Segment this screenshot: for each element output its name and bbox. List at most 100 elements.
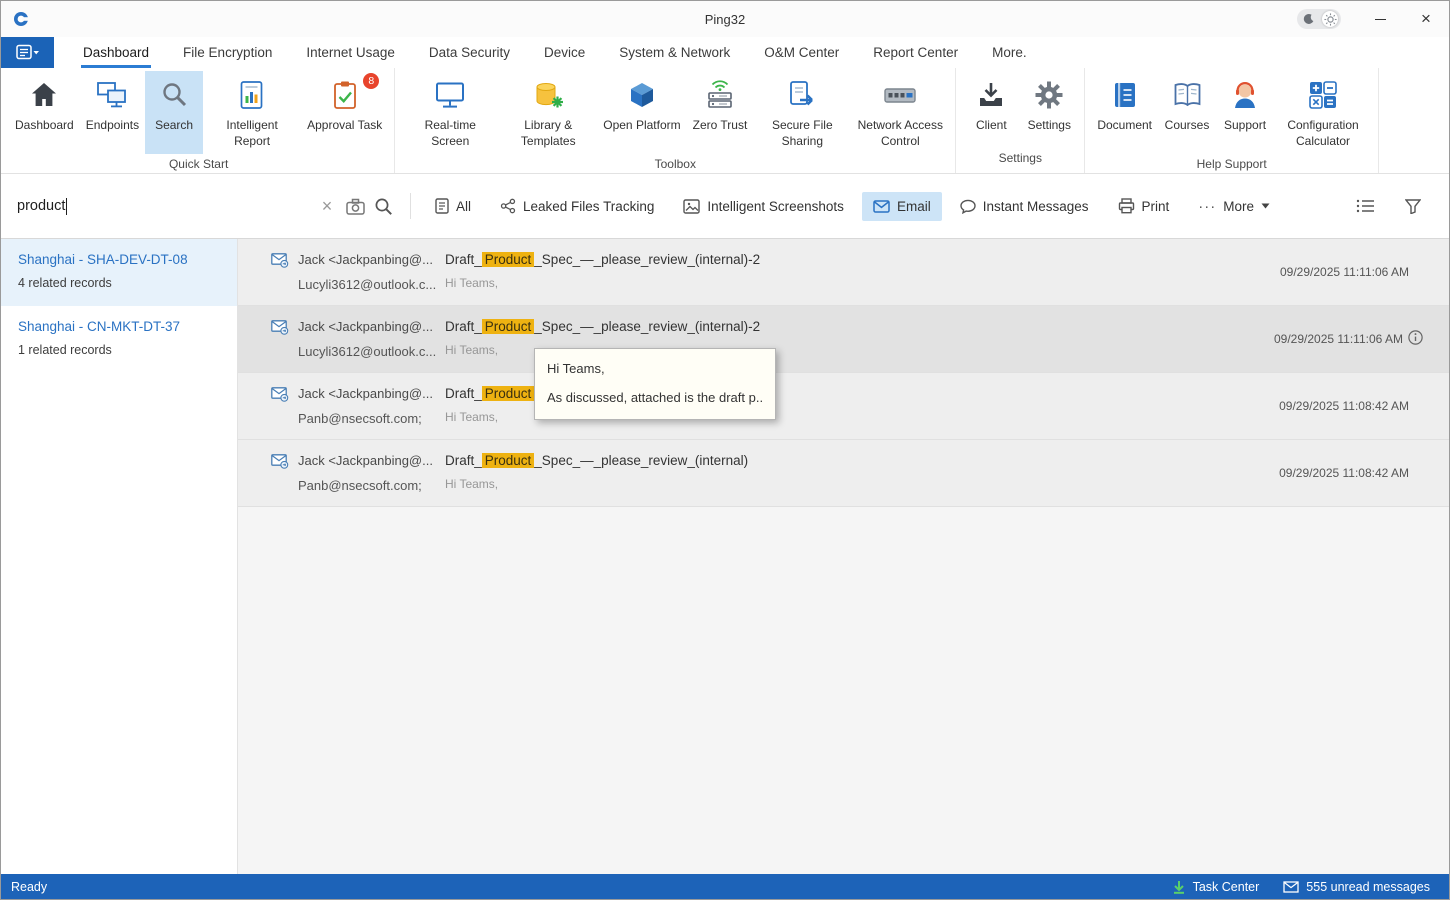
ribbon-item-intelligent-report[interactable]: Intelligent Report [203, 71, 301, 154]
email-results: Jack <Jackpanbing@... Lucyli3612@outlook… [238, 239, 1449, 874]
email-result-row[interactable]: Jack <Jackpanbing@... Lucyli3612@outlook… [238, 306, 1449, 373]
network-access-icon [883, 79, 917, 111]
email-result-row[interactable]: Jack <Jackpanbing@... Lucyli3612@outlook… [238, 239, 1449, 306]
all-files-icon [435, 198, 449, 214]
ribbon: Dashboard Endpoints Search Intelligent R… [1, 68, 1449, 174]
email-result-row[interactable]: Jack <Jackpanbing@... Panb@nsecsoft.com;… [238, 373, 1449, 440]
close-button[interactable]: × [1403, 1, 1449, 37]
filter-email[interactable]: Email [862, 192, 942, 221]
run-search-icon[interactable] [369, 192, 397, 220]
minimize-button[interactable] [1357, 1, 1403, 37]
search-term-highlight: Product [482, 386, 535, 401]
tab-device[interactable]: Device [527, 37, 602, 68]
filter-instant-messages[interactable]: Instant Messages [949, 192, 1100, 221]
tab-dashboard[interactable]: Dashboard [66, 37, 166, 68]
clear-search-icon[interactable]: × [313, 192, 341, 220]
email-result-row[interactable]: Jack <Jackpanbing@... Panb@nsecsoft.com;… [238, 440, 1449, 507]
filter-all[interactable]: All [424, 191, 482, 221]
text-cursor [66, 198, 67, 215]
filter-funnel-icon[interactable] [1399, 192, 1427, 220]
ribbon-item-dashboard[interactable]: Dashboard [9, 71, 80, 154]
filter-leaked-files-tracking[interactable]: Leaked Files Tracking [489, 191, 665, 221]
more-dots-icon: ··· [1198, 199, 1216, 214]
ribbon-item-realtime-screen[interactable]: Real-time Screen [401, 71, 499, 154]
dark-mode-icon[interactable] [1300, 11, 1316, 27]
ribbon-item-network-access-control[interactable]: Network Access Control [851, 71, 949, 154]
list-view-icon[interactable] [1351, 192, 1379, 220]
ribbon-item-search[interactable]: Search [145, 71, 203, 154]
ribbon-item-zero-trust[interactable]: Zero Trust [687, 71, 754, 154]
forwarded-email-icon [271, 239, 298, 305]
gear-icon [1034, 79, 1064, 111]
tooltip-line: As discussed, attached is the draft p... [547, 390, 763, 405]
tab-file-encryption[interactable]: File Encryption [166, 37, 289, 68]
email-sender: Jack <Jackpanbing@... [298, 252, 445, 267]
window-controls: × [1297, 1, 1449, 37]
email-body-preview: Draft_Product_Spec_—_please_review_(inte… [445, 440, 1279, 506]
status-ready: Ready [11, 880, 47, 894]
client-icon [976, 79, 1006, 111]
app-logo-icon [13, 11, 29, 27]
approval-task-icon [332, 79, 358, 111]
email-sender: Jack <Jackpanbing@... [298, 319, 445, 334]
tab-report-center[interactable]: Report Center [856, 37, 975, 68]
courses-icon [1172, 79, 1203, 111]
content-area: Shanghai - SHA-DEV-DT-08 4 related recor… [1, 239, 1449, 874]
chevron-down-icon [1261, 203, 1270, 209]
email-sender: Jack <Jackpanbing@... [298, 453, 445, 468]
camera-icon[interactable] [341, 192, 369, 220]
light-mode-icon[interactable] [1322, 11, 1338, 27]
tab-data-security[interactable]: Data Security [412, 37, 527, 68]
app-menu-button[interactable] [1, 37, 54, 68]
ping32-window: Ping32 × Dashboard File Encryption Inter… [0, 0, 1450, 900]
email-preview-text: Hi Teams, [445, 276, 1280, 290]
library-icon [533, 79, 564, 111]
email-subject: Draft_Product_Spec_—_please_review_(inte… [445, 453, 1279, 468]
result-filters: All Leaked Files Tracking Intelligent Sc… [424, 191, 1281, 221]
tab-system-network[interactable]: System & Network [602, 37, 747, 68]
email-icon [873, 200, 890, 213]
sidebar-device-item[interactable]: Shanghai - SHA-DEV-DT-08 4 related recor… [1, 239, 237, 306]
ribbon-item-approval-task[interactable]: Approval Task 8 [301, 71, 388, 154]
chat-bubble-icon [960, 199, 976, 214]
ribbon-item-support[interactable]: Support [1216, 71, 1274, 154]
search-query-text: product [17, 198, 65, 214]
ribbon-group-quick-start: Dashboard Endpoints Search Intelligent R… [3, 68, 395, 173]
theme-toggle[interactable] [1297, 9, 1341, 29]
email-recipient: Lucyli3612@outlook.c... [298, 344, 445, 359]
tooltip-line: Hi Teams, [547, 361, 763, 376]
open-platform-icon [628, 79, 656, 111]
sidebar-device-item[interactable]: Shanghai - CN-MKT-DT-37 1 related record… [1, 306, 237, 373]
filter-more[interactable]: ··· More [1187, 192, 1281, 221]
filter-intelligent-screenshots[interactable]: Intelligent Screenshots [672, 192, 855, 221]
email-timestamp: 09/29/2025 11:08:42 AM [1279, 440, 1449, 506]
ribbon-item-endpoints[interactable]: Endpoints [80, 71, 145, 154]
email-recipient: Lucyli3612@outlook.c... [298, 277, 445, 292]
tab-internet-usage[interactable]: Internet Usage [289, 37, 412, 68]
unread-messages-button[interactable]: 555 unread messages [1274, 874, 1439, 899]
divider [410, 193, 411, 219]
email-addresses: Jack <Jackpanbing@... Lucyli3612@outlook… [298, 306, 445, 372]
email-timestamp: 09/29/2025 11:08:42 AM [1279, 373, 1449, 439]
ribbon-item-secure-file-sharing[interactable]: Secure File Sharing [753, 71, 851, 154]
ribbon-item-document[interactable]: Document [1091, 71, 1158, 154]
ribbon-item-library-templates[interactable]: Library & Templates [499, 71, 597, 154]
email-sender: Jack <Jackpanbing@... [298, 386, 445, 401]
ribbon-item-client[interactable]: Client [962, 71, 1020, 148]
search-icon [159, 79, 189, 111]
tab-om-center[interactable]: O&M Center [747, 37, 856, 68]
ribbon-item-configuration-calculator[interactable]: Configuration Calculator [1274, 71, 1372, 154]
secure-file-icon [787, 79, 817, 111]
ribbon-item-settings[interactable]: Settings [1020, 71, 1078, 148]
email-subject: Draft_Product_Spec_—_please_review_(inte… [445, 319, 1274, 334]
filter-print[interactable]: Print [1107, 191, 1181, 221]
search-input[interactable]: product [17, 198, 313, 215]
email-subject: Draft_Product_Spec_—_please_review_(inte… [445, 252, 1280, 267]
task-center-button[interactable]: Task Center [1163, 874, 1269, 899]
tab-more[interactable]: More. [975, 37, 1044, 68]
screen-icon [434, 79, 466, 111]
ribbon-item-courses[interactable]: Courses [1158, 71, 1216, 154]
ribbon-item-open-platform[interactable]: Open Platform [597, 71, 686, 154]
info-icon[interactable] [1408, 330, 1423, 348]
unread-mail-icon [1283, 881, 1299, 893]
